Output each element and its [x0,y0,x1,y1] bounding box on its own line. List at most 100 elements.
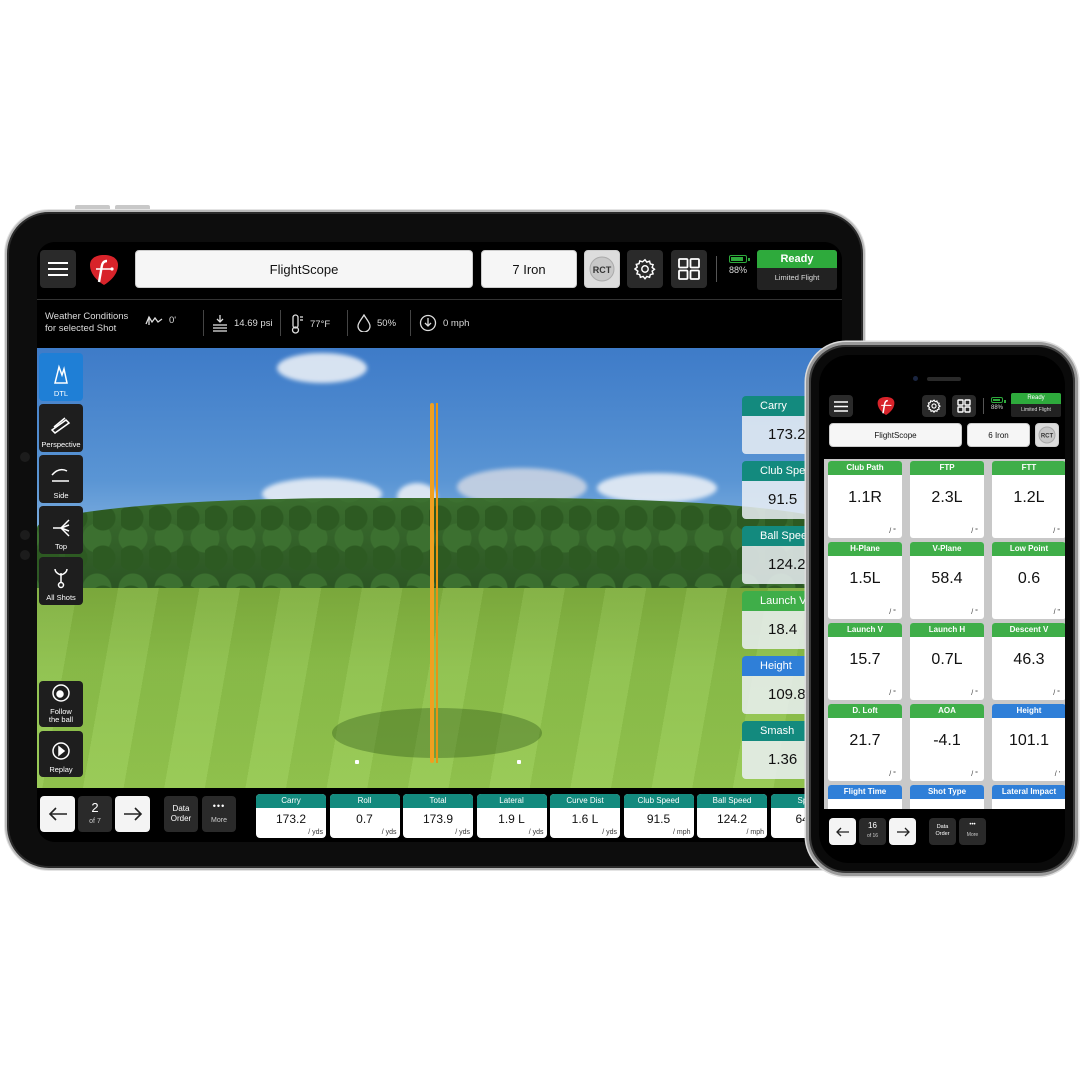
more-button[interactable]: ••• More [202,796,236,832]
phone-data-tile[interactable]: D. Loft 21.7 / ° [828,704,902,781]
data-order-label-line2: Order [935,831,950,837]
view-button-side[interactable]: Side [39,455,83,503]
phone-battery-indicator: 88% [987,397,1007,411]
next-shot-button[interactable] [115,796,150,832]
phone-data-order-button[interactable]: Data Order [929,818,956,845]
phone-next-shot-button[interactable] [889,818,916,845]
phone-layout-button[interactable] [952,395,976,417]
side-view-icon [51,468,69,482]
club-selector[interactable]: 7 Iron [481,250,577,288]
battery-fill [731,257,744,261]
shot-data-tile[interactable]: Curve Dist 1.6 L / yds [550,794,620,838]
phone-tile-value: 1.1R [848,489,882,506]
phone-tile-label: Height [992,704,1065,718]
follow-ball-icon [52,684,70,702]
phone-data-tile[interactable]: Launch V 15.7 / ° [828,623,902,700]
view-button-top[interactable]: Top [39,506,83,554]
pressure-value: 14.69 psi [234,317,273,329]
layout-button[interactable] [671,250,707,288]
ball-flight-trace [430,403,434,763]
tablet-screen: FlightScope 7 Iron RCT 88% Ready Limited… [37,242,842,842]
phone-data-tile[interactable]: Lateral Impact [992,785,1065,809]
more-icon: ••• [969,822,976,828]
follow-ball-button[interactable]: Follow the ball [39,681,83,727]
phone-data-tile[interactable]: Height 101.1 / ' [992,704,1065,781]
shot-data-tile[interactable]: Carry 173.2/ yds [256,794,326,838]
view-button-perspective[interactable]: Perspective [39,404,83,452]
club-name: 7 Iron [512,261,546,277]
shot-data-tile[interactable]: Total 173.9/ yds [403,794,473,838]
phone-tile-value: 46.3 [1013,651,1045,668]
shot-data-tile[interactable]: Lateral 1.9 L / yds [476,794,547,838]
status-indicator[interactable]: Ready Limited Flight [757,250,837,290]
data-tile-unit: / yds [528,829,544,836]
phone-data-tile[interactable]: AOA -4.1 / ° [910,704,984,781]
phone-data-tile[interactable]: Shot Type [910,785,984,809]
phone-data-tile[interactable]: Low Point 0.6 / " [992,542,1065,619]
phone-data-tile[interactable]: Descent V 46.3 / ° [992,623,1065,700]
phone-tile-value: 0.7L [931,651,963,668]
view-button-label: DTL [53,389,69,398]
phone-settings-button[interactable] [922,395,946,417]
phone-tile-unit: / ° [971,528,978,535]
phone-status-indicator[interactable]: Ready Limited Flight [1011,393,1061,417]
view-button-dtl[interactable]: DTL [39,353,83,401]
thermometer-icon [291,314,303,334]
data-order-button[interactable]: Data Order [164,796,198,832]
settings-button[interactable] [627,250,663,288]
phone-data-tile[interactable]: V-Plane 58.4 / ° [910,542,984,619]
previous-shot-button[interactable] [40,796,75,832]
top-view-icon [53,519,70,537]
ball-flight-trace [436,403,438,763]
shot-data-tile[interactable]: Club Speed 91.5/ mph [623,794,694,838]
phone-tile-label: Launch V [828,623,902,637]
altitude-value: 0' [169,314,177,326]
phone-data-tile[interactable]: Launch H 0.7L / ° [910,623,984,700]
humidity-drop-icon [357,314,371,332]
phone-tile-label: FTT [992,461,1065,475]
weather-label: Weather Conditions for selected Shot [45,311,128,335]
phone-session-name-field[interactable]: FlightScope [829,423,962,447]
phone-club-selector[interactable]: 6 Iron [967,423,1030,447]
shot-data-tile[interactable]: Roll 0.7 / yds [329,794,400,838]
phone-tile-unit: / ° [971,771,978,778]
phone-rct-ball-button[interactable]: RCT [1035,423,1059,447]
phone-more-button[interactable]: ••• More [959,818,986,845]
session-name-field[interactable]: FlightScope [135,250,473,288]
phone-data-tile[interactable]: FTP 2.3L / ° [910,461,984,538]
gear-icon [634,258,656,280]
more-label: More [966,832,979,838]
shot-data-tile[interactable]: Ball Speed 124.2 / mph [697,794,767,838]
phone-data-tile[interactable]: H-Plane 1.5L / ° [828,542,902,619]
replay-button[interactable]: Replay [39,731,83,777]
phone-shot-counter: 16 of 16 [859,818,886,845]
status-sublabel: Limited Flight [774,273,820,282]
phone-device: 88% Ready Limited Flight FlightScope 6 I… [806,342,1078,876]
view-button-all-shots[interactable]: All Shots [39,557,83,605]
shot-counter: 2 of 7 [78,796,112,832]
shot-total: of 7 [89,818,101,825]
data-tile-unit: / mph [672,829,691,836]
view-button-label: All Shots [46,593,76,602]
grid-icon [678,258,700,280]
shot-3d-view[interactable]: DTL Perspective Side Top All Shots Follow the… [37,348,842,788]
phone-tile-value: 1.2L [1013,489,1045,506]
data-tile-label: Roll [329,794,400,808]
phone-previous-shot-button[interactable] [829,818,856,845]
data-tile-value: 1.6 L [571,812,599,826]
phone-speaker [927,377,961,381]
pressure-icon [213,315,227,332]
phone-data-tile[interactable]: FTT 1.2L / ° [992,461,1065,538]
more-label: More [211,817,227,824]
divider [410,310,411,336]
divider [716,256,717,282]
view-button-label: Side [53,491,69,500]
phone-data-tile[interactable]: Club Path 1.1R / ° [828,461,902,538]
rct-ball-button[interactable]: RCT [584,250,620,288]
phone-camera [913,376,918,381]
phone-data-tile[interactable]: Flight Time [828,785,902,809]
phone-screen: 88% Ready Limited Flight FlightScope 6 I… [819,355,1065,863]
phone-tile-label: Lateral Impact [992,785,1065,799]
menu-button[interactable] [40,250,76,288]
phone-menu-button[interactable] [829,395,853,417]
